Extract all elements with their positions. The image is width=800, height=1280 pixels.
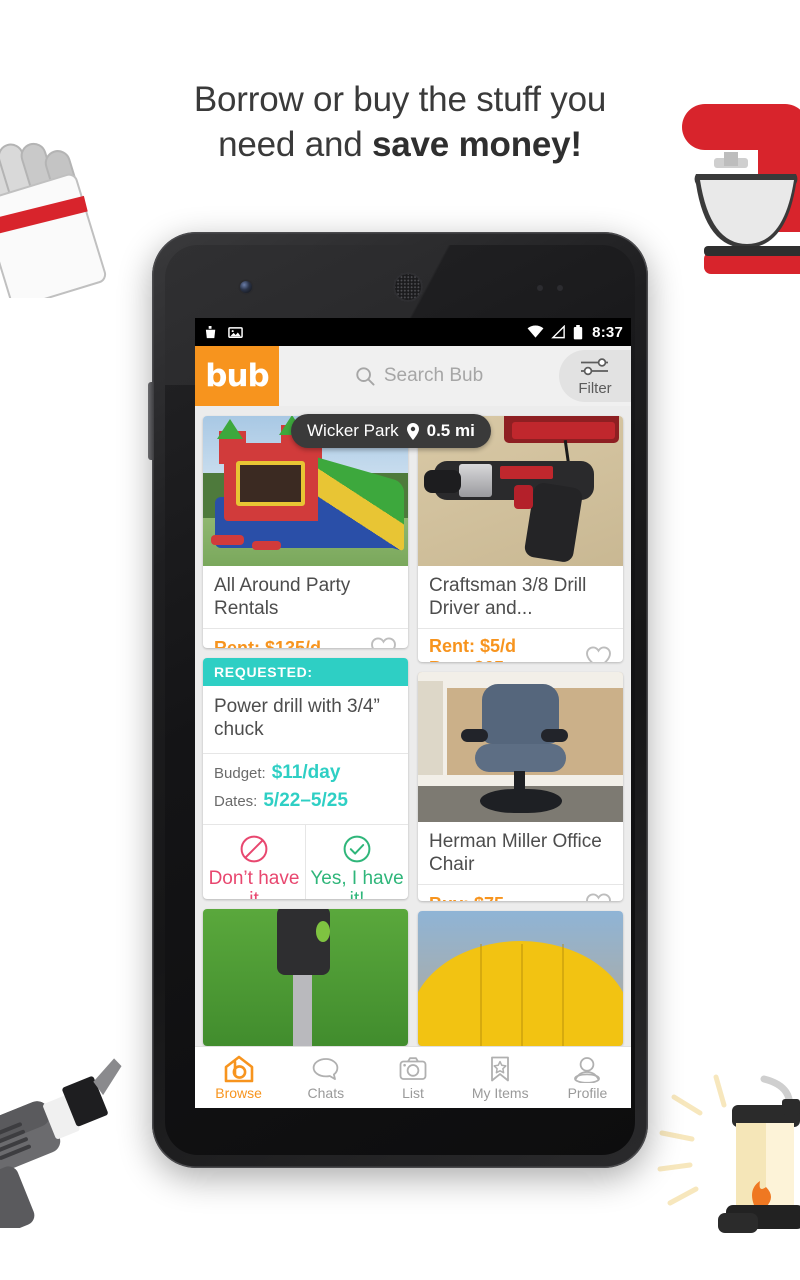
request-title: Power drill with 3/4” chuck xyxy=(203,686,408,754)
decline-request-button[interactable]: Don’t have it xyxy=(203,825,305,899)
listing-card[interactable] xyxy=(418,910,623,1046)
camera-icon xyxy=(399,1056,427,1080)
accept-label: Yes, I have it! xyxy=(310,867,404,899)
accept-request-button[interactable]: Yes, I have it! xyxy=(305,824,408,899)
tab-my-items[interactable]: My Items xyxy=(457,1055,544,1101)
check-circle-icon xyxy=(343,835,371,863)
listing-card[interactable]: Craftsman 3/8 Drill Driver and... Rent: … xyxy=(418,416,623,662)
request-budget-row: Budget: $11/day xyxy=(214,762,397,784)
feed-column-left: All Around Party Rentals Rent: $135/d RE… xyxy=(203,416,408,1046)
wifi-icon xyxy=(527,325,544,338)
tab-label-chats: Chats xyxy=(307,1084,345,1101)
request-actions: Don’t have it Yes, I have it! xyxy=(203,823,408,899)
filter-label: Filter xyxy=(578,379,612,397)
listing-prices: Rent: $5/d Buy: $65 xyxy=(429,636,516,662)
location-distance: 0.5 mi xyxy=(426,421,475,440)
listing-card[interactable] xyxy=(203,908,408,1046)
request-meta: Budget: $11/day Dates: 5/22–5/25 xyxy=(203,754,408,820)
request-dates-label: Dates: xyxy=(214,792,258,810)
heart-outline-icon[interactable] xyxy=(585,892,612,901)
phone-mockup: 8:37 bub Search Bub Filter Wicker Park 0… xyxy=(148,232,648,1168)
request-dates-value: 5/22–5/25 xyxy=(263,789,348,811)
listing-prices: Buy: $75 xyxy=(429,894,504,901)
power-drill-icon xyxy=(0,1058,122,1228)
decline-label: Don’t have it xyxy=(208,867,300,899)
bub-logo[interactable]: bub xyxy=(195,346,279,406)
location-badge: Wicker Park 0.5 mi xyxy=(291,414,491,448)
phone-volume-button[interactable] xyxy=(148,382,154,460)
headline-emphasis: save money! xyxy=(372,124,582,164)
listing-footer: Rent: $5/d Buy: $65 xyxy=(418,628,623,662)
bookmark-star-icon xyxy=(491,1056,510,1081)
search-input[interactable]: Search Bub xyxy=(279,346,559,406)
request-header: REQUESTED: xyxy=(203,658,408,687)
tab-label-list: List xyxy=(402,1084,424,1101)
status-bar-time: 8:37 xyxy=(592,323,623,341)
image-icon xyxy=(228,326,243,338)
proximity-sensor-icon xyxy=(537,285,543,291)
earpiece-speaker-icon xyxy=(393,272,423,302)
listing-body: All Around Party Rentals xyxy=(203,566,408,621)
request-budget-value: $11/day xyxy=(271,761,341,783)
listing-footer: Rent: $135/d xyxy=(203,628,408,649)
bub-logo-text: bub xyxy=(205,357,269,394)
location-name: Wicker Park xyxy=(307,421,399,440)
camping-lantern-icon xyxy=(657,1074,800,1233)
listing-title: All Around Party Rentals xyxy=(214,575,351,619)
listing-title: Craftsman 3/8 Drill Driver and... xyxy=(429,575,587,619)
grass-lawn-tool-photo xyxy=(203,908,408,1046)
yellow-umbrella-photo xyxy=(418,910,623,1046)
heart-outline-icon[interactable] xyxy=(585,645,612,662)
listing-feed[interactable]: Wicker Park 0.5 mi All Around Party Rent… xyxy=(195,406,631,1046)
app-screen: 8:37 bub Search Bub Filter Wicker Park 0… xyxy=(195,318,631,1108)
listing-rent-price: Rent: $5/d xyxy=(429,636,517,656)
person-icon xyxy=(574,1056,601,1083)
stand-mixer-icon xyxy=(682,104,800,274)
search-icon xyxy=(356,367,375,386)
cleanup-icon xyxy=(205,325,216,338)
map-pin-icon xyxy=(406,422,419,440)
front-camera-icon xyxy=(240,281,252,293)
tab-profile[interactable]: Profile xyxy=(544,1055,631,1101)
status-bar-notifications xyxy=(204,325,243,340)
listing-card[interactable]: All Around Party Rentals Rent: $135/d xyxy=(203,416,408,649)
listing-prices: Rent: $135/d xyxy=(214,638,321,648)
feed-column-right: Craftsman 3/8 Drill Driver and... Rent: … xyxy=(418,416,623,1046)
listing-footer: Buy: $75 xyxy=(418,883,623,901)
home-browse-icon xyxy=(224,1055,253,1082)
listing-body: Craftsman 3/8 Drill Driver and... xyxy=(418,566,623,621)
filter-button[interactable]: Filter xyxy=(559,350,631,402)
work-glove-icon xyxy=(0,142,107,298)
request-card[interactable]: REQUESTED: Power drill with 3/4” chuck B… xyxy=(203,658,408,899)
request-dates-row: Dates: 5/22–5/25 xyxy=(214,790,397,812)
listing-price: Buy: $75 xyxy=(429,894,504,901)
no-entry-icon xyxy=(240,835,268,863)
tab-label-browse: Browse xyxy=(215,1084,262,1101)
office-chair-photo xyxy=(418,671,623,822)
tab-label-my-items: My Items xyxy=(471,1084,529,1101)
heart-outline-icon[interactable] xyxy=(370,636,397,649)
cell-signal-icon xyxy=(551,325,565,339)
status-bar: 8:37 xyxy=(195,318,631,346)
bottom-navigation: Browse Chats List My Items Profile xyxy=(195,1046,631,1108)
listing-title: Herman Miller Office Chair xyxy=(429,830,602,875)
listing-card[interactable]: Herman Miller Office Chair Buy: $75 xyxy=(418,671,623,901)
sliders-icon xyxy=(581,357,608,375)
search-placeholder: Search Bub xyxy=(383,365,484,386)
listing-body: Herman Miller Office Chair xyxy=(418,822,623,877)
tab-chats[interactable]: Chats xyxy=(282,1055,369,1101)
app-header: bub Search Bub Filter xyxy=(195,346,631,406)
headline-plain: need and xyxy=(218,124,373,164)
listing-buy-price: Buy: $65 xyxy=(429,658,516,661)
tab-browse[interactable]: Browse xyxy=(195,1055,282,1101)
light-sensor-icon xyxy=(557,285,563,291)
status-bar-system: 8:37 xyxy=(527,324,623,341)
battery-icon xyxy=(573,324,583,339)
tab-list[interactable]: List xyxy=(369,1055,456,1101)
speech-bubble-icon xyxy=(312,1057,339,1080)
listing-price: Rent: $135/d xyxy=(214,637,322,649)
request-budget-label: Budget: xyxy=(214,764,266,782)
tab-label-profile: Profile xyxy=(567,1084,608,1101)
phone-glass: 8:37 bub Search Bub Filter Wicker Park 0… xyxy=(165,245,635,1155)
